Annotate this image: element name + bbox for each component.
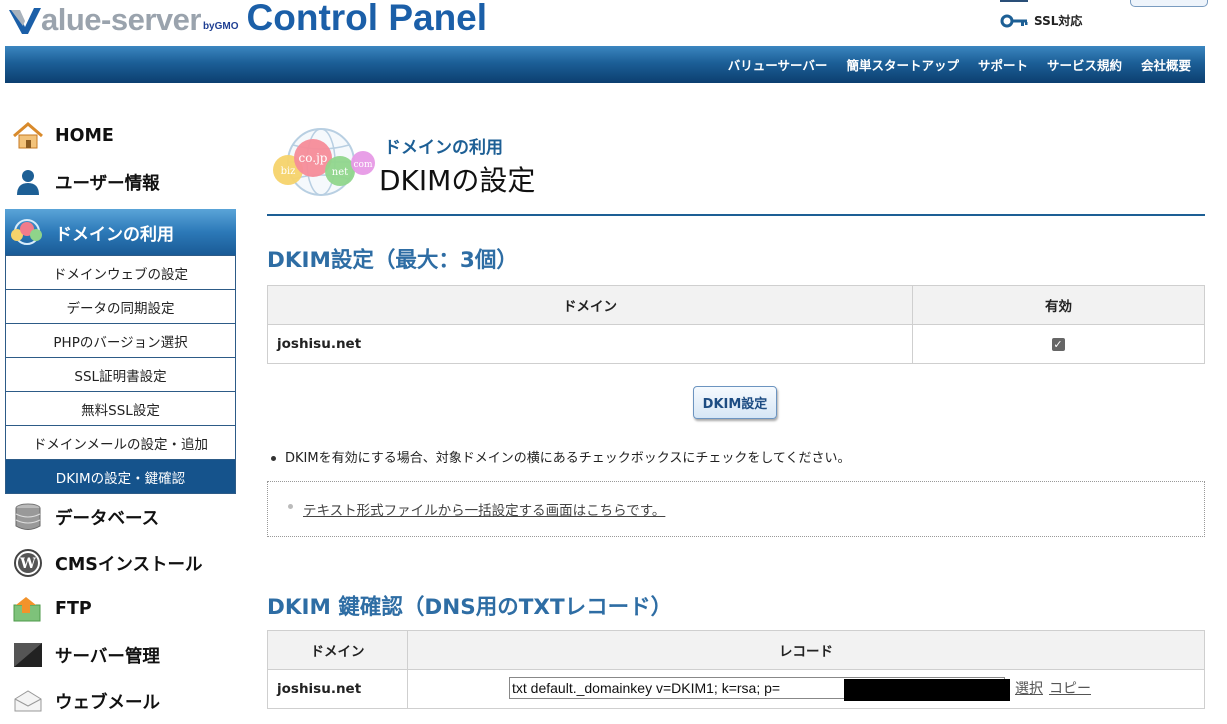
sidebar-item-label: ウェブメール bbox=[55, 692, 160, 713]
user-icon bbox=[11, 166, 45, 198]
globe-tld-com: com bbox=[354, 160, 373, 170]
ssl-badge: SSL対応 bbox=[1000, 12, 1082, 29]
column-header-record: レコード bbox=[407, 630, 1205, 670]
record-cell: txt default._domainkey v=DKIM1; k=rsa; p… bbox=[407, 669, 1205, 709]
table-row: joshisu.net ✓ bbox=[267, 324, 1205, 364]
copy-link[interactable]: コピー bbox=[1049, 678, 1091, 698]
submenu-data-sync[interactable]: データの同期設定 bbox=[6, 290, 235, 324]
submenu-domain-mail[interactable]: ドメインメールの設定・追加 bbox=[6, 426, 235, 460]
bullet-icon bbox=[288, 504, 293, 509]
domain-globe-icon: biz co.jp net com bbox=[273, 128, 375, 196]
submenu-ssl-cert[interactable]: SSL証明書設定 bbox=[6, 358, 235, 392]
nav-terms[interactable]: サービス規約 bbox=[1047, 55, 1122, 74]
sidebar-item-label: データベース bbox=[55, 508, 160, 529]
ssl-label: SSL対応 bbox=[1034, 14, 1083, 28]
logo-gmo-text: byGMO bbox=[202, 21, 239, 32]
nav-support[interactable]: サポート bbox=[978, 55, 1028, 74]
sidebar: HOME ユーザー情報 ドメインの利用 ドメインウェブの設定 データの同期設定 … bbox=[5, 113, 236, 724]
sidebar-item-label: CMSインストール bbox=[55, 554, 203, 575]
submenu-domain-web[interactable]: ドメインウェブの設定 bbox=[6, 255, 235, 290]
ftp-icon bbox=[11, 593, 45, 625]
logo-brand-text: alue-server bbox=[41, 2, 201, 37]
sidebar-item-home[interactable]: HOME bbox=[5, 113, 236, 159]
nav-quick-startup[interactable]: 簡単スタートアップ bbox=[846, 55, 959, 74]
submenu-dkim[interactable]: DKIMの設定・鍵確認 bbox=[6, 460, 235, 494]
dkim-note: DKIMを有効にする場合、対象ドメインの横にあるチェックボックスにチェックをして… bbox=[271, 447, 851, 466]
submenu-free-ssl[interactable]: 無料SSL設定 bbox=[6, 392, 235, 426]
sidebar-item-label: ユーザー情報 bbox=[55, 173, 160, 194]
record-controls: txt default._domainkey v=DKIM1; k=rsa; p… bbox=[509, 677, 1091, 701]
column-header-domain: ドメイン bbox=[267, 285, 913, 325]
table-header-row: ドメイン レコード bbox=[267, 630, 1205, 670]
globe-tld-cojp: co.jp bbox=[299, 151, 328, 165]
sidebar-item-database[interactable]: データベース bbox=[5, 494, 236, 540]
mail-icon bbox=[11, 685, 45, 717]
sidebar-item-cms[interactable]: W CMSインストール bbox=[5, 540, 236, 586]
nav-company[interactable]: 会社概要 bbox=[1141, 55, 1191, 74]
home-icon bbox=[11, 120, 45, 152]
enabled-cell: ✓ bbox=[912, 324, 1205, 364]
table-header-row: ドメイン 有効 bbox=[267, 285, 1205, 325]
txt-record-field[interactable]: txt default._domainkey v=DKIM1; k=rsa; p… bbox=[509, 677, 1010, 701]
sidebar-item-server-admin[interactable]: サーバー管理 bbox=[5, 632, 236, 678]
redacted-key-block bbox=[844, 679, 1010, 701]
value-server-logo[interactable]: alue-server byGMO Control Panel bbox=[6, 0, 487, 38]
globe-tld-net: net bbox=[332, 167, 348, 178]
dkim-keys-title: DKIM 鍵確認（DNS用のTXTレコード） bbox=[267, 595, 673, 620]
dkim-settings-button[interactable]: DKIM設定 bbox=[693, 386, 777, 419]
table-row: joshisu.net txt default._domainkey v=DKI… bbox=[267, 669, 1205, 709]
sidebar-item-label: HOME bbox=[55, 126, 114, 146]
enable-checkbox[interactable]: ✓ bbox=[1051, 338, 1065, 351]
page-title: DKIMの設定 bbox=[379, 164, 536, 197]
sidebar-item-webmail[interactable]: ウェブメール bbox=[5, 678, 236, 724]
top-decoration bbox=[1000, 0, 1028, 2]
domain-cell: joshisu.net bbox=[267, 324, 913, 364]
bullet-icon bbox=[271, 456, 276, 461]
sidebar-item-label: ドメインの利用 bbox=[55, 224, 174, 245]
top-right-button[interactable] bbox=[1130, 0, 1208, 7]
header: alue-server byGMO Control Panel SSL対応 bbox=[0, 0, 1227, 46]
bulk-settings-link[interactable]: テキスト形式ファイルから一括設定する画面はこちらです。 bbox=[303, 499, 665, 519]
bulk-settings-box: テキスト形式ファイルから一括設定する画面はこちらです。 bbox=[267, 481, 1205, 537]
sidebar-item-ftp[interactable]: FTP bbox=[5, 586, 236, 632]
sidebar-item-domain[interactable]: ドメインの利用 bbox=[5, 209, 236, 255]
database-icon bbox=[11, 501, 45, 533]
wordpress-icon: W bbox=[11, 547, 45, 579]
main-content: biz co.jp net com ドメインの利用 DKIMの設定 DKIM設定… bbox=[267, 125, 1205, 709]
page-header: biz co.jp net com ドメインの利用 DKIMの設定 bbox=[267, 125, 1205, 216]
nav-value-server[interactable]: バリューサーバー bbox=[728, 55, 828, 74]
sidebar-item-user-info[interactable]: ユーザー情報 bbox=[5, 159, 236, 205]
domain-submenu: ドメインウェブの設定 データの同期設定 PHPのバージョン選択 SSL証明書設定… bbox=[5, 255, 236, 494]
note-text: DKIMを有効にする場合、対象ドメインの横にあるチェックボックスにチェックをして… bbox=[285, 451, 851, 466]
select-link[interactable]: 選択 bbox=[1015, 678, 1043, 698]
dkim-keys-table: ドメイン レコード joshisu.net txt default._domai… bbox=[267, 630, 1205, 709]
dkim-settings-table: ドメイン 有効 joshisu.net ✓ bbox=[267, 285, 1205, 364]
server-icon bbox=[11, 639, 45, 671]
key-icon bbox=[1000, 14, 1028, 27]
dkim-settings-title: DKIM設定（最大：3個） bbox=[267, 248, 518, 273]
domain-globe-icon bbox=[7, 216, 47, 248]
domain-cell: joshisu.net bbox=[267, 669, 408, 709]
sidebar-item-label: サーバー管理 bbox=[55, 646, 160, 667]
sidebar-item-label: FTP bbox=[55, 599, 92, 619]
column-header-domain: ドメイン bbox=[267, 630, 408, 670]
txt-record-value: txt default._domainkey v=DKIM1; k=rsa; p… bbox=[512, 680, 781, 696]
global-nav: バリューサーバー 簡単スタートアップ サポート サービス規約 会社概要 bbox=[5, 46, 1205, 83]
value-server-v-logo-icon bbox=[9, 8, 41, 34]
submenu-php-version[interactable]: PHPのバージョン選択 bbox=[6, 324, 235, 358]
column-header-enabled: 有効 bbox=[912, 285, 1205, 325]
svg-text:W: W bbox=[19, 556, 36, 572]
page-category: ドメインの利用 bbox=[384, 138, 503, 158]
logo-control-panel-text: Control Panel bbox=[246, 0, 488, 38]
globe-tld-biz: biz bbox=[281, 166, 296, 177]
